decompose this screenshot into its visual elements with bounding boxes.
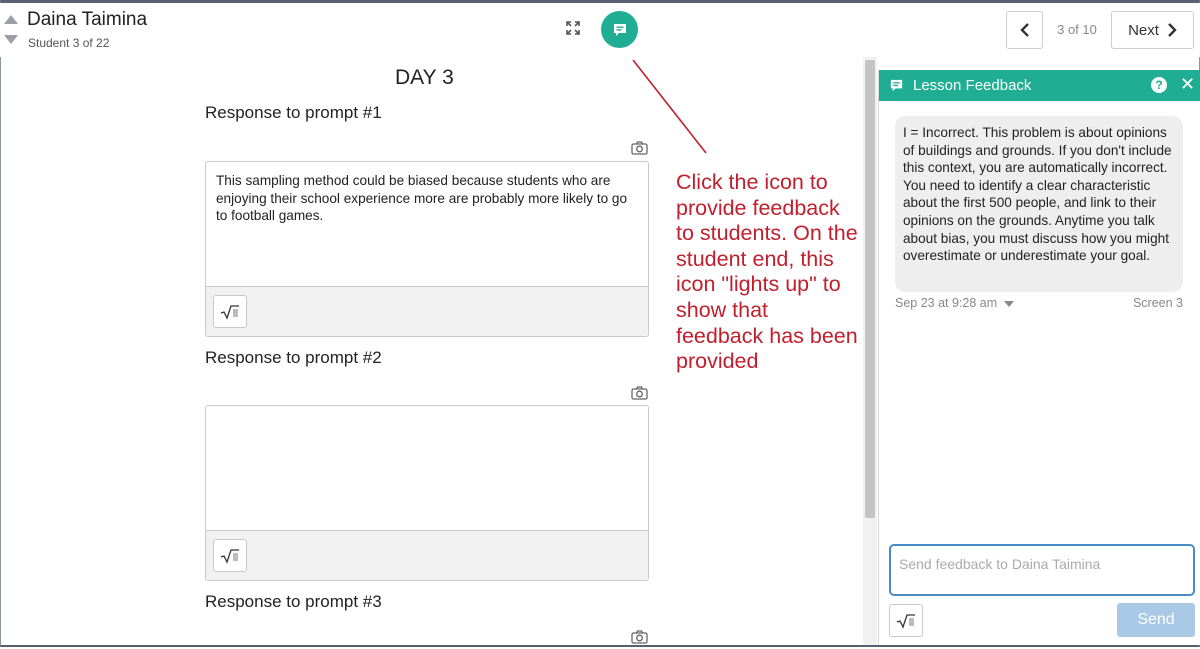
feedback-message-text: I = Incorrect. This problem is about opi… <box>903 125 1172 264</box>
panel-header: Lesson Feedback ? ✕ <box>879 70 1200 101</box>
message-screen: Screen 3 <box>1132 296 1183 310</box>
feedback-input[interactable] <box>889 544 1195 596</box>
close-icon[interactable]: ✕ <box>1180 74 1195 95</box>
message-date-dropdown[interactable]: Sep 23 at 9:28 am <box>895 296 1014 310</box>
panel-title: Lesson Feedback <box>913 77 1032 94</box>
feedback-icon <box>890 79 903 92</box>
message-date: Sep 23 at 9:28 am <box>895 296 998 310</box>
lesson-feedback-panel: Lesson Feedback ? ✕ I = Incorrect. This … <box>878 70 1200 645</box>
caret-down-icon <box>1003 301 1014 307</box>
send-button[interactable]: Send <box>1117 603 1195 637</box>
square-root-icon <box>896 613 915 629</box>
feedback-message: I = Incorrect. This problem is about opi… <box>895 116 1183 292</box>
math-button[interactable] <box>889 604 923 637</box>
annotation-text: Click the icon to provide feedback to st… <box>676 170 858 374</box>
help-icon[interactable]: ? <box>1151 77 1167 93</box>
